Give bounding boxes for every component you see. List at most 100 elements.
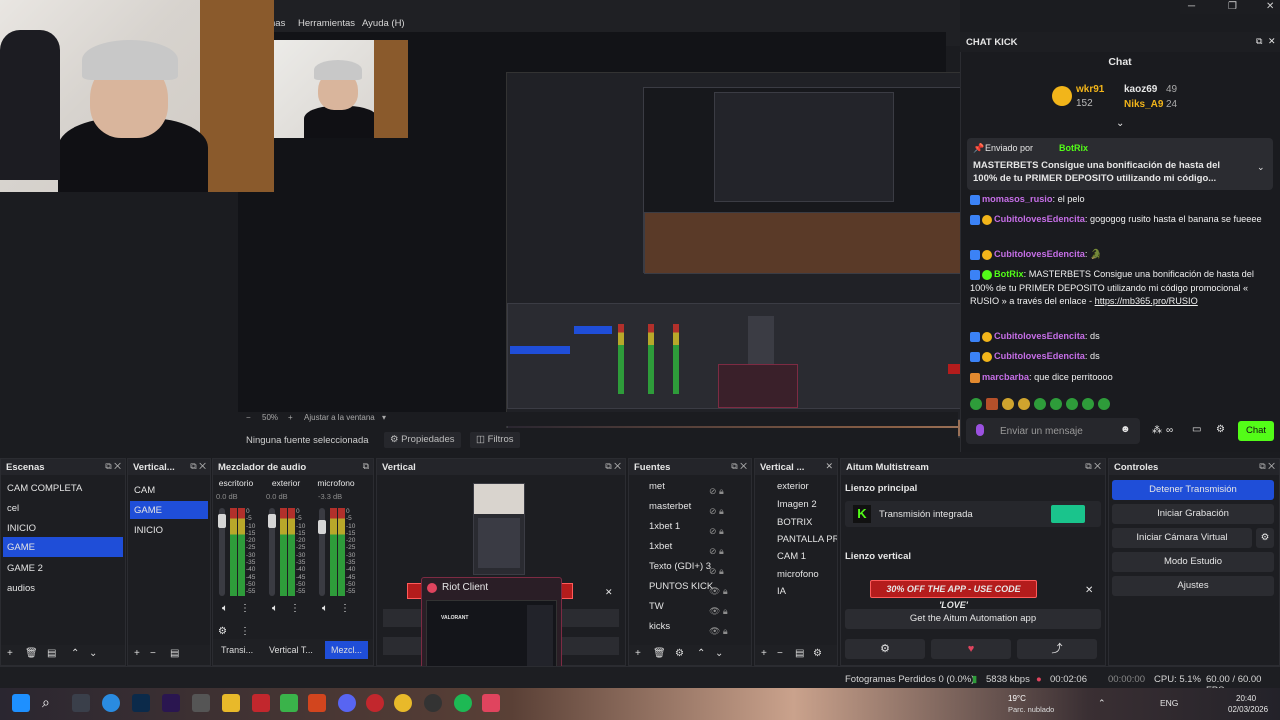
heart-icon[interactable]: ♥: [931, 639, 1011, 659]
filter-icon[interactable]: ▤: [795, 648, 804, 659]
speaker-icon[interactable]: 🔈︎: [272, 603, 278, 614]
chevron-down-icon[interactable]: ▾: [382, 413, 386, 422]
more-icon[interactable]: ⋮: [240, 626, 250, 637]
menu-item-help[interactable]: Ayuda (H): [362, 18, 405, 29]
automation-app-button[interactable]: Get the Aitum Automation app: [845, 609, 1101, 629]
filters-button[interactable]: ◫ Filtros: [470, 432, 520, 448]
fader-handle[interactable]: [318, 520, 326, 534]
volume-fader[interactable]: [268, 508, 276, 596]
emote-icon[interactable]: [1082, 398, 1094, 410]
fader-handle[interactable]: [268, 514, 276, 528]
close-icon[interactable]: ✕: [1266, 1, 1274, 12]
source-item[interactable]: masterbet: [649, 501, 691, 512]
close-icon[interactable]: ⧉ ✕: [1259, 461, 1275, 472]
float-icon[interactable]: ⧉: [363, 461, 369, 472]
pinned-message[interactable]: 📌 Enviado por BotRix MASTERBETS Consigue…: [967, 138, 1273, 190]
maximize-icon[interactable]: ❐: [1228, 1, 1237, 12]
microphone-icon[interactable]: [976, 424, 984, 436]
stream-toggle-button[interactable]: [1051, 505, 1085, 523]
mixer-settings-icon[interactable]: ⚙: [218, 626, 227, 637]
more-icon[interactable]: ⋮: [340, 603, 350, 614]
speaker-icon[interactable]: 🔈︎: [222, 603, 228, 614]
vertical-source-item[interactable]: IA: [777, 586, 786, 597]
scene-item[interactable]: GAME 2: [7, 563, 43, 574]
edge-icon[interactable]: [102, 694, 120, 712]
tab-transitions[interactable]: Transi...: [221, 645, 253, 655]
source-item[interactable]: Texto (GDI+) 3: [649, 561, 715, 572]
start-recording-button[interactable]: Iniciar Grabación: [1112, 504, 1274, 524]
zoom-out-icon[interactable]: −: [246, 413, 251, 422]
vertical-source-item[interactable]: microfono: [777, 569, 819, 580]
remove-icon[interactable]: −: [777, 648, 783, 659]
menu-item-tools[interactable]: Herramientas: [298, 18, 355, 29]
clock-date[interactable]: 02/03/2026: [1228, 705, 1268, 714]
brave-icon[interactable]: [308, 694, 326, 712]
emote-icon[interactable]: [1098, 398, 1110, 410]
chat-tab[interactable]: Chat: [960, 52, 1280, 72]
move-up-icon[interactable]: ⌃: [71, 648, 79, 659]
windows-start-icon[interactable]: [12, 694, 30, 712]
binoculars-icon[interactable]: ∞: [1166, 425, 1173, 436]
chat-mode-icon[interactable]: ▭: [1192, 424, 1201, 435]
float-icon[interactable]: ⧉: [1256, 36, 1262, 47]
emote-icon[interactable]: [1050, 398, 1062, 410]
filter-icon[interactable]: ▤: [47, 648, 56, 659]
source-item[interactable]: met: [649, 481, 665, 492]
zoom-in-icon[interactable]: +: [288, 413, 293, 422]
filter-icon[interactable]: ▤: [170, 648, 179, 659]
chat-link[interactable]: https://mb365.pro/RUSIO: [1095, 296, 1198, 306]
add-icon[interactable]: +: [761, 648, 767, 659]
vertical-scene-item[interactable]: CAM: [134, 485, 155, 496]
minecraft-icon[interactable]: [280, 694, 298, 712]
properties-button[interactable]: ⚙ Propiedades: [384, 432, 461, 448]
minimize-icon[interactable]: ─: [1188, 1, 1195, 12]
fader-handle[interactable]: [218, 514, 226, 528]
close-icon[interactable]: ⧉ ✕: [190, 461, 206, 472]
close-icon[interactable]: ✕: [825, 461, 833, 472]
close-icon[interactable]: ✕: [1085, 585, 1093, 596]
speaker-icon[interactable]: 🔈︎: [322, 603, 328, 614]
vertical-canvas[interactable]: [473, 483, 525, 575]
chrome-icon[interactable]: [394, 694, 412, 712]
photoshop-icon[interactable]: [132, 694, 150, 712]
trash-icon[interactable]: 🗑: [653, 648, 666, 659]
studio-mode-button[interactable]: Modo Estudio: [1112, 552, 1274, 572]
obs-icon[interactable]: [424, 694, 442, 712]
vertical-scene-item[interactable]: INICIO: [134, 525, 163, 536]
volume-fader[interactable]: [218, 508, 226, 596]
app-icon[interactable]: [252, 694, 270, 712]
close-icon[interactable]: ✕: [1268, 36, 1276, 47]
move-down-icon[interactable]: ⌄: [89, 648, 97, 659]
emote-icon[interactable]: [1018, 398, 1030, 410]
add-icon[interactable]: +: [635, 648, 641, 659]
gear-icon[interactable]: ⚙: [1216, 424, 1225, 435]
task-view-icon[interactable]: [72, 694, 90, 712]
stop-streaming-button[interactable]: Detener Transmisión: [1112, 480, 1274, 500]
move-down-icon[interactable]: ⌄: [715, 648, 723, 659]
language-indicator[interactable]: ENG: [1160, 698, 1178, 708]
close-icon[interactable]: ⧉ ✕: [105, 461, 121, 472]
gear-icon[interactable]: ⚙: [1256, 528, 1274, 548]
visibility-lock-icons[interactable]: ⊘ 🔒︎ ⊘ 🔒︎ ⊘ 🔒︎ ⊘ 🔒︎ ⊘ 🔒︎ 👁︎ 🔒︎ 👁︎ 🔒︎ 👁︎ 🔒︎: [709, 481, 743, 641]
tray-chevron-icon[interactable]: ⌃: [1098, 698, 1106, 709]
riot-client-window[interactable]: Riot Client VALORANT: [421, 577, 562, 677]
emote-icon[interactable]: [1066, 398, 1078, 410]
settings-button[interactable]: Ajustes: [1112, 576, 1274, 596]
promo-banner[interactable]: 30% OFF THE APP - USE CODE 'LOVE': [870, 580, 1037, 610]
riot-client-icon[interactable]: [482, 694, 500, 712]
scene-item[interactable]: cel: [7, 503, 19, 514]
emote-icon[interactable]: [986, 398, 998, 410]
app-icon[interactable]: [366, 694, 384, 712]
move-up-icon[interactable]: ⌃: [697, 648, 705, 659]
weather-temp[interactable]: 19°C: [1008, 694, 1026, 703]
source-item[interactable]: 1xbet 1: [649, 521, 680, 532]
chat-input[interactable]: Enviar un mensaje ☻: [966, 418, 1140, 444]
share-icon[interactable]: ⤴: [1017, 639, 1097, 659]
trash-icon[interactable]: 🗑: [25, 648, 38, 659]
scene-item-selected[interactable]: GAME: [3, 537, 123, 557]
close-icon[interactable]: ⧉ ✕: [605, 461, 621, 472]
close-icon[interactable]: ⧉ ✕: [731, 461, 747, 472]
folder-icon[interactable]: [222, 694, 240, 712]
add-icon[interactable]: +: [7, 648, 13, 659]
tab-mixer[interactable]: Mezcl...: [325, 641, 369, 659]
